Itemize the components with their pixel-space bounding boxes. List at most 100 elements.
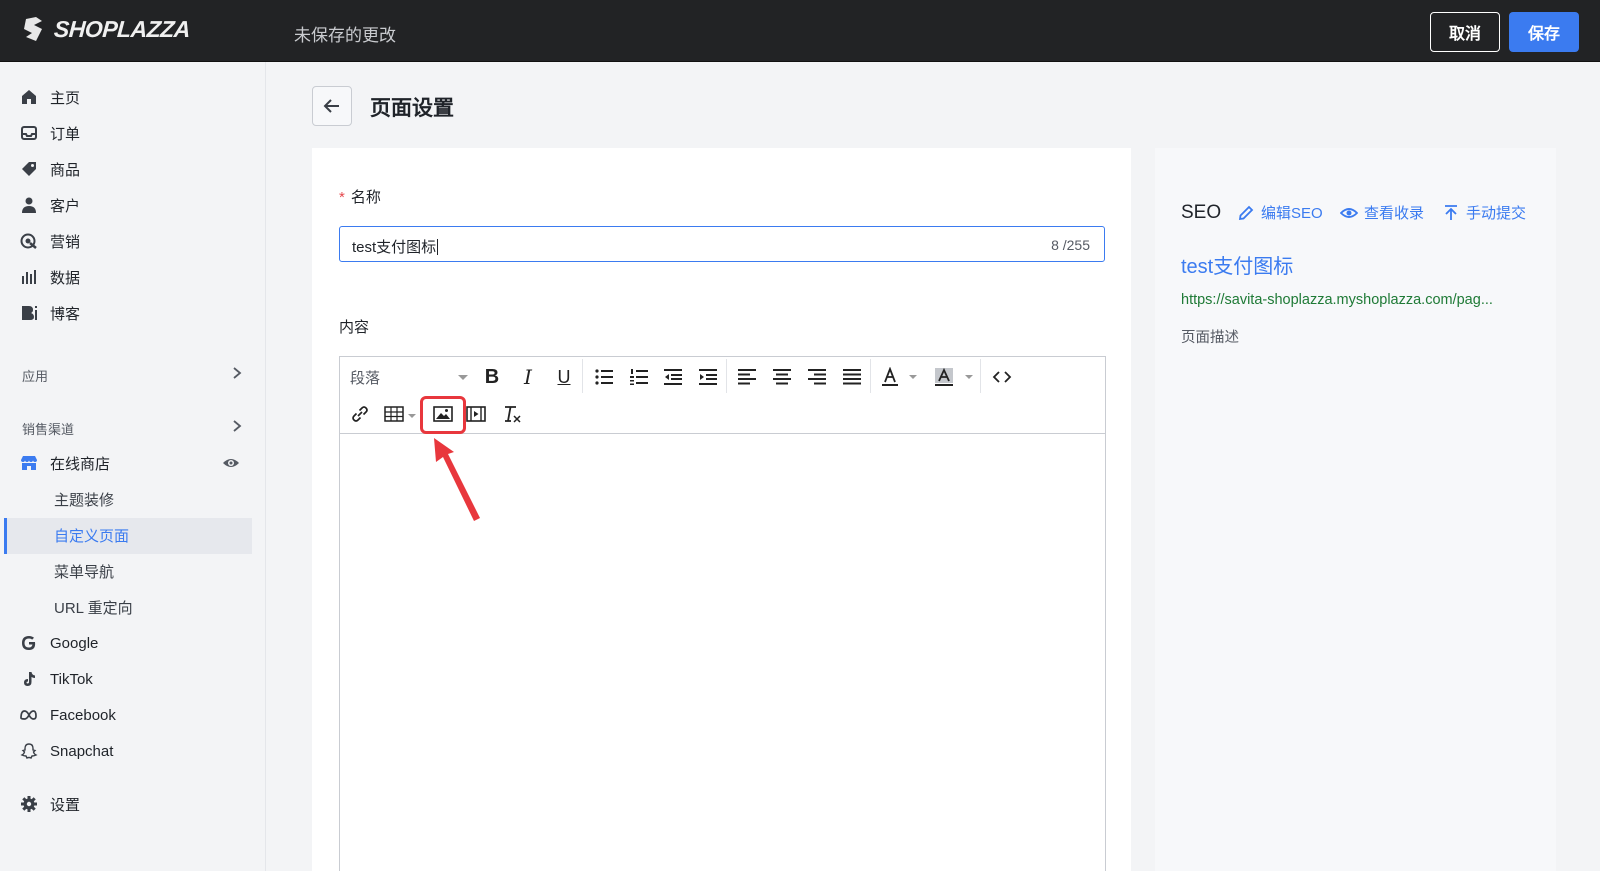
name-value-text: test支付图标	[352, 239, 437, 256]
sidebar-item-label: TikTok	[50, 670, 93, 688]
sidebar-item-label: 订单	[50, 125, 81, 143]
shoplazza-logo-icon	[24, 17, 42, 41]
sidebar-item-label: 主页	[50, 89, 81, 107]
align-left-button[interactable]	[735, 365, 759, 389]
outdent-button[interactable]	[661, 365, 685, 389]
clear-format-button[interactable]	[500, 402, 524, 426]
clear-format-icon	[505, 406, 521, 423]
sidebar-item-blog[interactable]: 博客	[20, 296, 80, 330]
link-icon	[352, 406, 368, 422]
seo-preview-url: https://savita-shoplazza.myshoplazza.com…	[1181, 292, 1493, 308]
name-field-label: * 名称	[339, 186, 381, 207]
text-color-button[interactable]	[878, 365, 902, 389]
sidebar-item-label: 设置	[50, 796, 81, 814]
chevron-down-icon	[458, 375, 468, 380]
logo: SHOPLAZZA	[22, 15, 191, 43]
name-input[interactable]: test支付图标 8 /255	[339, 226, 1105, 262]
apps-section-label: 应用	[22, 369, 49, 384]
tag-icon	[20, 160, 38, 178]
red-arrow-annotation	[434, 438, 480, 521]
sidebar-item-google[interactable]: Google	[20, 626, 98, 660]
sidebar-sub-item-navigation[interactable]: 菜单导航	[54, 554, 114, 588]
inbox-icon	[20, 124, 38, 142]
eye-icon	[1340, 207, 1358, 218]
cancel-button[interactable]: 取消	[1430, 12, 1500, 52]
toolbar-divider	[870, 359, 871, 393]
manual-submit-link[interactable]: 手动提交	[1442, 202, 1526, 223]
edit-seo-link[interactable]: 编辑SEO	[1237, 202, 1323, 223]
indent-button[interactable]	[696, 365, 720, 389]
eye-icon[interactable]	[222, 454, 240, 472]
snapchat-icon	[20, 742, 38, 760]
align-justify-button[interactable]	[840, 365, 864, 389]
content-field-label: 内容	[339, 319, 370, 336]
sidebar-sub-item-url-redirect[interactable]: URL 重定向	[54, 590, 133, 624]
outdent-icon	[664, 369, 682, 385]
name-input-value[interactable]: test支付图标	[352, 236, 439, 257]
sidebar-item-settings[interactable]: 设置	[20, 787, 80, 821]
sidebar-item-tiktok[interactable]: TikTok	[20, 662, 93, 696]
code-icon	[992, 371, 1012, 383]
sidebar-item-products[interactable]: 商品	[20, 152, 80, 186]
sidebar-item-label: 博客	[50, 305, 81, 323]
bullet-list-button[interactable]	[592, 365, 616, 389]
toolbar-divider	[582, 359, 583, 393]
sidebar-item-label: 商品	[50, 161, 81, 179]
sidebar-item-facebook[interactable]: Facebook	[20, 698, 116, 732]
chevron-down-icon[interactable]	[408, 414, 416, 418]
home-icon	[20, 88, 38, 106]
sidebar-sub-item-theme[interactable]: 主题装修	[54, 482, 114, 516]
insert-video-button[interactable]	[464, 402, 488, 426]
top-bar: SHOPLAZZA 未保存的更改 取消 保存	[0, 0, 1600, 62]
name-label-text: 名称	[350, 189, 381, 206]
store-icon	[20, 454, 38, 472]
background-color-icon	[935, 367, 953, 386]
sidebar-item-label: Snapchat	[50, 742, 114, 760]
save-button[interactable]: 保存	[1509, 12, 1579, 52]
underline-button[interactable]: U	[552, 365, 576, 389]
sidebar-item-customers[interactable]: 客户	[20, 188, 80, 222]
sidebar-item-label: 营销	[50, 233, 81, 251]
sidebar-item-label: 数据	[50, 269, 81, 287]
insert-link-button[interactable]	[348, 402, 372, 426]
chevron-right-icon[interactable]	[230, 366, 244, 380]
seo-title: SEO	[1181, 202, 1222, 223]
align-center-button[interactable]	[770, 365, 794, 389]
numbered-list-button[interactable]	[627, 365, 651, 389]
sidebar-sub-item-custom-pages[interactable]: 自定义页面	[54, 518, 129, 552]
insert-table-button[interactable]	[382, 402, 406, 426]
video-icon	[466, 406, 486, 422]
tiktok-icon	[20, 670, 38, 688]
chevron-right-icon[interactable]	[230, 419, 244, 433]
sidebar-item-snapchat[interactable]: Snapchat	[20, 734, 113, 768]
manual-submit-label: 手动提交	[1466, 205, 1527, 222]
target-icon	[20, 232, 38, 250]
align-center-icon	[773, 369, 791, 385]
sidebar-item-label: Facebook	[50, 706, 116, 724]
background-color-button[interactable]	[932, 365, 956, 389]
view-indexing-link[interactable]: 查看收录	[1340, 202, 1424, 223]
bold-button[interactable]: B	[480, 365, 504, 389]
person-icon	[20, 196, 38, 214]
sidebar-item-label: Google	[50, 634, 99, 652]
page-title: 页面设置	[370, 97, 454, 120]
sidebar-item-analytics[interactable]: 数据	[20, 260, 80, 294]
sidebar-item-online-store[interactable]: 在线商店	[20, 446, 110, 480]
sidebar-item-home[interactable]: 主页	[20, 80, 80, 114]
source-code-button[interactable]	[990, 365, 1014, 389]
toolbar-divider	[980, 359, 981, 393]
text-caret	[437, 239, 439, 255]
sidebar-item-orders[interactable]: 订单	[20, 116, 80, 150]
upload-icon	[1445, 204, 1457, 220]
chevron-down-icon[interactable]	[965, 375, 973, 379]
bullet-list-icon	[595, 369, 613, 385]
sidebar-item-marketing[interactable]: 营销	[20, 224, 80, 258]
back-button[interactable]	[312, 86, 352, 126]
numbered-list-icon	[630, 369, 648, 385]
image-button-highlight	[420, 396, 466, 434]
paragraph-format-select[interactable]: 段落	[350, 367, 468, 389]
italic-button[interactable]: I	[516, 365, 540, 389]
seo-preview-title: test支付图标	[1181, 256, 1294, 278]
align-right-button[interactable]	[805, 365, 829, 389]
chevron-down-icon[interactable]	[909, 375, 917, 379]
